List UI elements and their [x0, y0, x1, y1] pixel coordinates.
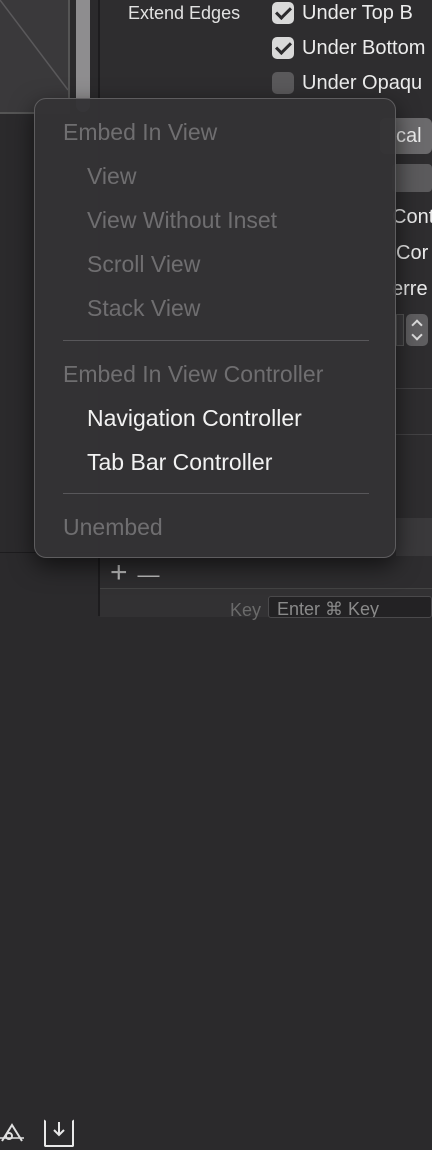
under-top-bars-label: Under Top B — [302, 2, 413, 24]
inspector-divider-2 — [396, 434, 432, 435]
inspector-fragment-1: Cont — [392, 206, 432, 228]
menu-item-scroll-view: Scroll View — [87, 251, 201, 277]
inspector-stepper[interactable] — [406, 314, 428, 346]
menu-item-navigation-controller[interactable]: Navigation Controller — [87, 403, 302, 433]
menu-item-view: View — [87, 163, 137, 189]
under-opaque-bars-label: Under Opaqu — [302, 72, 423, 94]
key-input-field[interactable]: Enter ⌘ Key — [268, 596, 432, 618]
add-remove-controls: +— — [110, 556, 170, 590]
menu-separator-1 — [63, 340, 369, 341]
inspector-list-area — [396, 518, 432, 556]
align-triangle-icon[interactable] — [0, 1119, 24, 1145]
embed-in-icon[interactable] — [44, 1119, 74, 1147]
inspector-control-bar[interactable] — [392, 164, 432, 192]
menu-item-stack-view: Stack View — [87, 295, 201, 321]
remove-button[interactable]: — — [138, 562, 170, 588]
inspector-fragment-2: Cor — [396, 242, 429, 264]
inspector-fragment-3: erre — [392, 278, 428, 300]
under-opaque-bars-checkbox[interactable] — [272, 72, 294, 94]
menu-item-unembed: Unembed — [63, 514, 163, 540]
embed-in-menu: Embed In View View View Without Inset Sc… — [34, 98, 396, 558]
canvas-scrollbar[interactable] — [76, 0, 90, 112]
canvas-bottom-toolbar — [0, 552, 100, 1147]
key-column-label: Key — [230, 600, 262, 620]
menu-separator-2 — [63, 493, 369, 494]
under-bottom-bars-label: Under Bottom — [302, 37, 426, 59]
menu-header-embed-in-view: Embed In View — [63, 119, 218, 145]
popup-value: cal — [396, 125, 422, 147]
under-top-bars-checkbox[interactable] — [272, 2, 294, 24]
inspector-value-field[interactable] — [396, 314, 404, 346]
scene-thumbnail[interactable] — [0, 0, 70, 114]
menu-header-embed-in-view-controller: Embed In View Controller — [63, 361, 324, 387]
menu-item-view-without-inset: View Without Inset — [87, 207, 278, 233]
under-bottom-bars-checkbox[interactable] — [272, 37, 294, 59]
add-button[interactable]: + — [110, 556, 138, 590]
extend-edges-label: Extend Edges — [128, 3, 241, 23]
inspector-divider-1 — [396, 388, 432, 389]
menu-item-tab-bar-controller[interactable]: Tab Bar Controller — [87, 447, 272, 477]
